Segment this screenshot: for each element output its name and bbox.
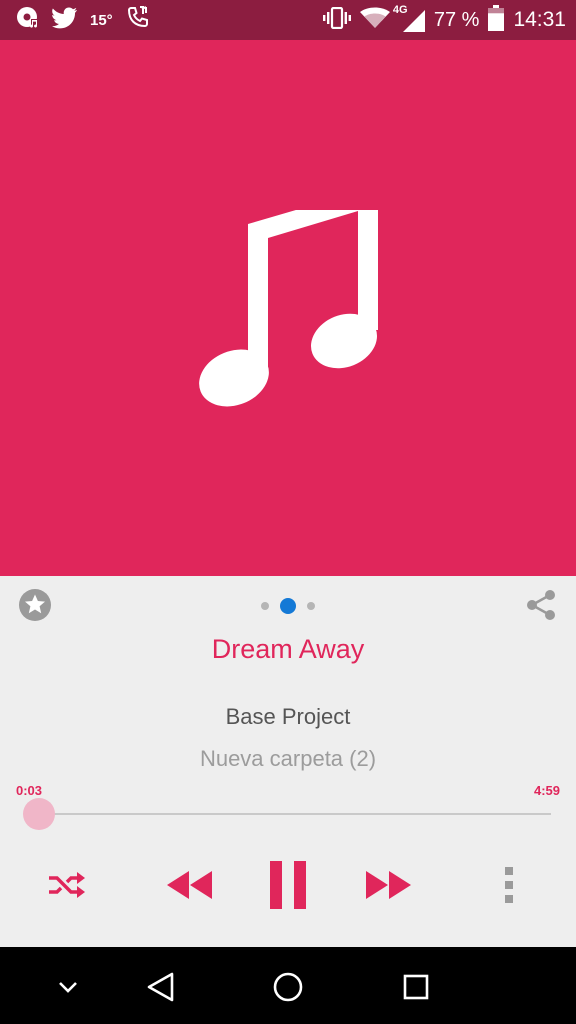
collapse-button[interactable] <box>46 965 90 1009</box>
home-button[interactable] <box>266 965 310 1009</box>
favorite-button[interactable] <box>18 588 52 622</box>
back-button[interactable] <box>138 965 182 1009</box>
player-panel: Dream Away Base Project Nueva carpeta (2… <box>0 576 576 947</box>
phone-call-icon <box>125 5 151 36</box>
home-icon <box>273 972 303 1002</box>
vibrate-icon <box>322 6 351 34</box>
clock-text: 14:31 <box>513 8 566 31</box>
favorite-star-icon <box>19 589 51 621</box>
page-dot <box>307 602 315 610</box>
battery-percent-text: 77 % <box>433 8 480 31</box>
network-type-text: 4G <box>392 4 408 16</box>
navigation-bar <box>0 947 576 1024</box>
fast-forward-button[interactable] <box>360 860 416 910</box>
battery-icon <box>488 4 505 36</box>
page-indicator <box>258 598 318 614</box>
temperature-text: 15° <box>90 11 113 29</box>
page-dot <box>261 602 269 610</box>
collapse-keyboard-icon <box>59 982 77 993</box>
album-art <box>0 40 576 576</box>
seek-bar-track[interactable] <box>34 813 551 815</box>
rewind-button[interactable] <box>162 860 218 910</box>
shuffle-icon <box>49 872 85 898</box>
shuffle-button[interactable] <box>44 860 90 910</box>
share-icon <box>527 590 555 620</box>
pause-button[interactable] <box>262 860 314 910</box>
status-bar-left: 15° <box>16 5 151 36</box>
more-vert-icon <box>505 867 513 903</box>
signal-icon: 4G <box>393 4 425 32</box>
pause-icon <box>270 861 306 909</box>
seek-bar-thumb[interactable] <box>23 798 56 830</box>
status-bar: 15° 4G 77 % 14:31 <box>0 0 576 40</box>
music-note-icon <box>199 210 378 407</box>
back-icon <box>147 972 174 1002</box>
track-title: Dream Away <box>211 634 365 664</box>
track-artist: Base Project <box>225 704 351 729</box>
music-notification-icon <box>16 6 40 35</box>
share-button[interactable] <box>524 588 558 622</box>
recents-icon <box>403 974 429 1000</box>
track-folder: Nueva carpeta (2) <box>199 746 377 771</box>
wifi-icon <box>359 7 390 34</box>
rewind-icon <box>167 871 212 899</box>
status-bar-right: 4G 77 % 14:31 <box>322 4 566 36</box>
total-time: 4:59 <box>533 783 560 798</box>
more-options-button[interactable] <box>494 860 524 910</box>
page-dot-active <box>280 598 296 614</box>
twitter-icon <box>52 7 78 34</box>
current-time: 0:03 <box>16 783 43 798</box>
fast-forward-icon <box>366 871 411 899</box>
recents-button[interactable] <box>394 965 438 1009</box>
